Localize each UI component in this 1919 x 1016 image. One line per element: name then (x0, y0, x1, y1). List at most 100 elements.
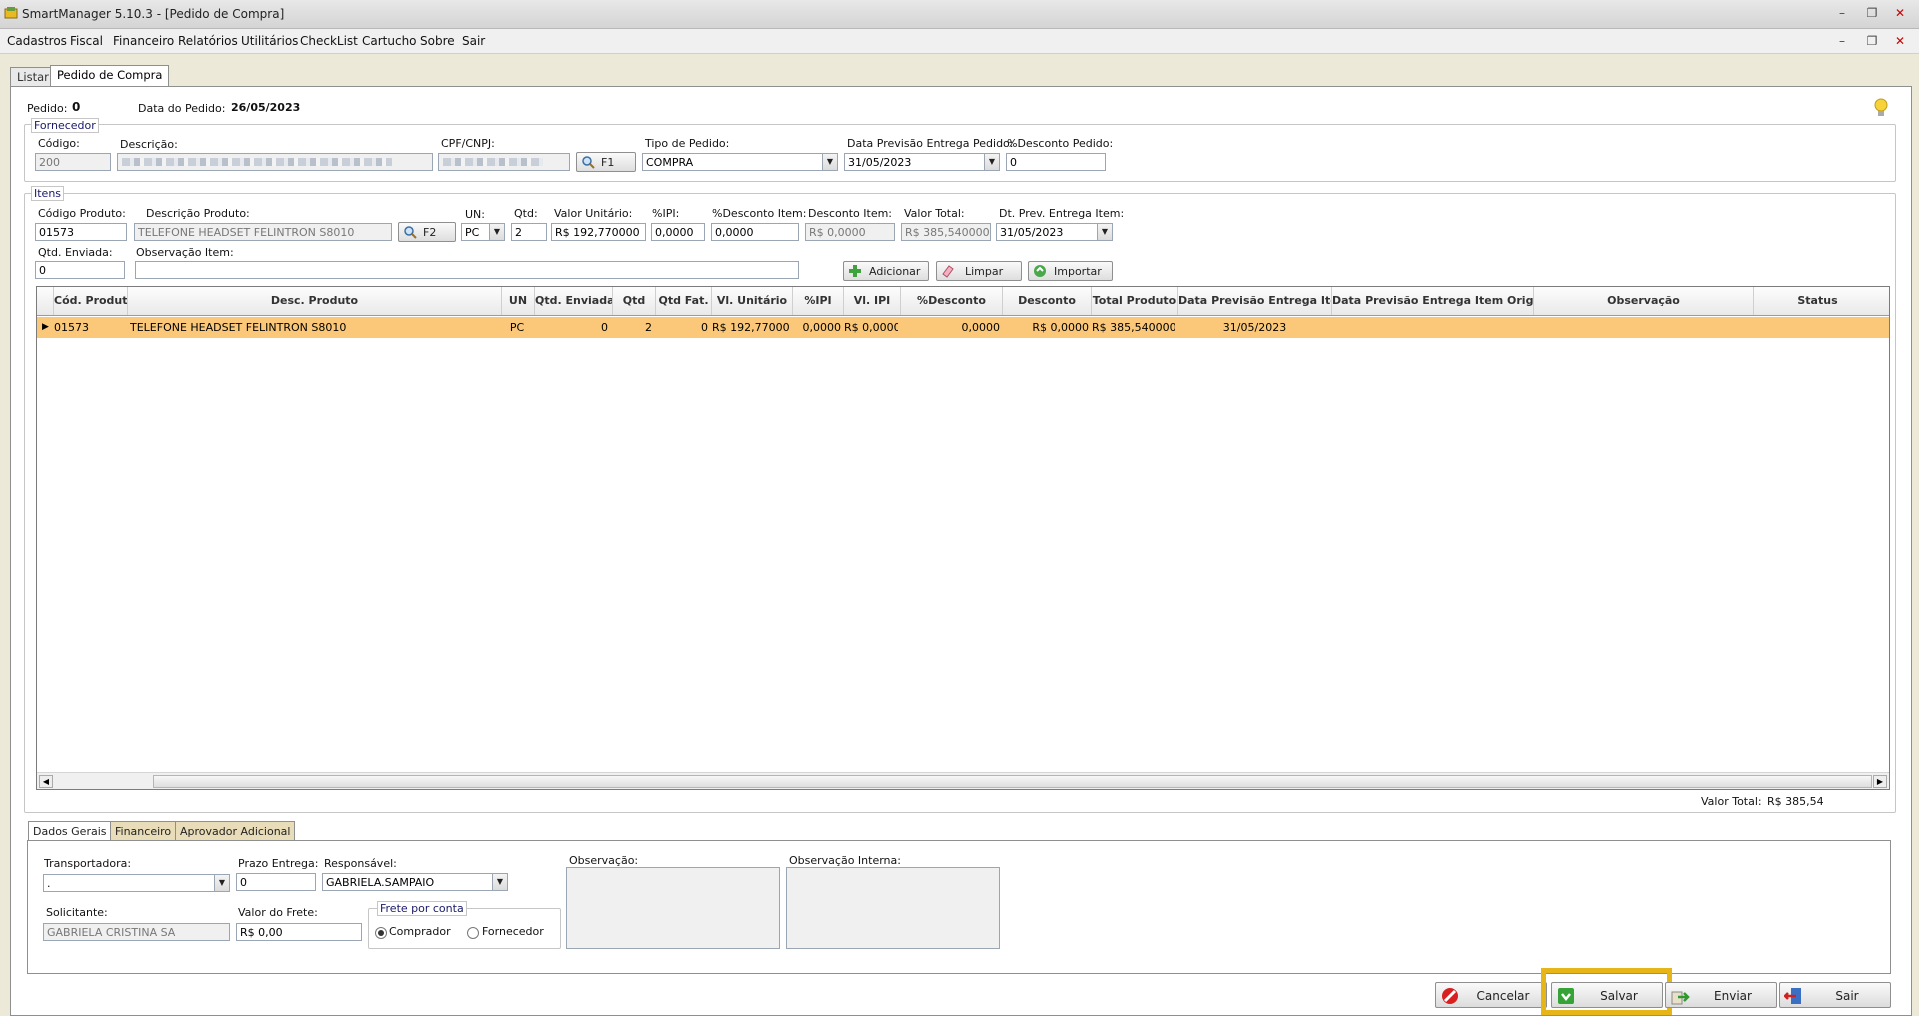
col-qtd-enviada[interactable]: Qtd. Enviada (535, 287, 613, 315)
tab-aprovador-adicional[interactable]: Aprovador Adicional (175, 821, 296, 841)
col-vl-ipi[interactable]: Vl. IPI (844, 287, 901, 315)
valor-unitario-field[interactable]: R$ 192,770000 (551, 223, 646, 241)
col-data-previsao-original[interactable]: Data Previsão Entrega Item Original (1332, 287, 1534, 315)
codigo-produto-field[interactable]: 01573 (35, 223, 127, 241)
col-data-previsao[interactable]: Data Previsão Entrega Item (1178, 287, 1332, 315)
cpf-cnpj-field[interactable] (438, 153, 570, 171)
adicionar-button[interactable]: Adicionar (843, 261, 929, 281)
sair-button[interactable]: Sair (1779, 982, 1891, 1008)
scrollbar-thumb[interactable] (153, 775, 1872, 788)
tab-dados-gerais[interactable]: Dados Gerais (28, 821, 112, 841)
col-cod-produto[interactable]: Cód. Produto (54, 287, 128, 315)
cell-un: PC (509, 321, 525, 334)
enviar-button[interactable]: Enviar (1665, 982, 1777, 1008)
valor-frete-field[interactable]: R$ 0,00 (236, 923, 362, 941)
desconto-item-field[interactable]: R$ 0,0000 (805, 223, 895, 241)
transportadora-select[interactable]: . ▼ (43, 874, 230, 892)
desconto-pedido-field[interactable]: 0 (1006, 153, 1106, 171)
col-un[interactable]: UN (502, 287, 535, 315)
menu-utilitarios[interactable]: Utilitários (241, 34, 298, 48)
table-row[interactable]: ▶ 01573 TELEFONE HEADSET FELINTRON S8010… (37, 317, 1889, 338)
tipo-pedido-value: COMPRA (646, 156, 694, 169)
items-grid: Cód. Produto Desc. Produto UN Qtd. Envia… (36, 286, 1890, 790)
chevron-down-icon[interactable]: ▼ (492, 874, 507, 890)
col-pct-desconto[interactable]: %Desconto (901, 287, 1003, 315)
cell-pct-desconto: 0,0000 (961, 321, 1001, 334)
col-total-produto[interactable]: Total Produto (1092, 287, 1178, 315)
fornecedor-codigo-field[interactable]: 200 (35, 153, 111, 171)
observacao-textarea[interactable] (566, 867, 780, 949)
menu-checklist[interactable]: CheckList (300, 34, 358, 48)
chevron-down-icon[interactable]: ▼ (822, 154, 837, 170)
cancelar-button[interactable]: Cancelar (1435, 982, 1547, 1008)
fornecedor-radio[interactable] (467, 927, 479, 939)
fornecedor-descricao-field[interactable] (117, 153, 433, 171)
desconto-item-pct-field[interactable]: 0,0000 (711, 223, 799, 241)
tab-listar[interactable]: Listar (10, 67, 56, 87)
descricao-produto-field[interactable]: TELEFONE HEADSET FELINTRON S8010 (134, 223, 392, 241)
cancelar-label: Cancelar (1476, 989, 1530, 1003)
previsao-pedido-date[interactable]: 31/05/2023 ▼ (844, 153, 1000, 171)
eraser-icon (942, 265, 954, 278)
col-vl-unitario[interactable]: Vl. Unitário (712, 287, 793, 315)
menu-sobre[interactable]: Sobre (420, 34, 455, 48)
chevron-down-icon[interactable]: ▼ (214, 875, 229, 891)
scroll-left-icon[interactable]: ◀ (39, 775, 53, 788)
prev-entrega-item-date[interactable]: 31/05/2023 ▼ (996, 223, 1113, 241)
col-status[interactable]: Status (1754, 287, 1881, 315)
col-desc-produto[interactable]: Desc. Produto (128, 287, 502, 315)
qtd-field[interactable]: 2 (511, 223, 547, 241)
descricao-produto-label: Descrição Produto: (146, 207, 250, 220)
salvar-button[interactable]: Salvar (1551, 982, 1663, 1008)
tab-financeiro[interactable]: Financeiro (110, 821, 177, 841)
col-qtd[interactable]: Qtd (613, 287, 656, 315)
col-pct-ipi[interactable]: %IPI (793, 287, 844, 315)
observacao-item-field[interactable] (135, 261, 799, 279)
magnifier-icon (404, 226, 417, 239)
importar-button[interactable]: Importar (1028, 261, 1113, 281)
observacao-interna-textarea[interactable] (786, 867, 1000, 949)
menu-cartucho[interactable]: Cartucho (362, 34, 417, 48)
horizontal-scrollbar[interactable]: ◀ ▶ (37, 772, 1889, 789)
menu-cadastros[interactable]: Cadastros (7, 34, 67, 48)
chevron-down-icon[interactable]: ▼ (984, 154, 999, 170)
ipi-field[interactable]: 0,0000 (651, 223, 705, 241)
chevron-down-icon[interactable]: ▼ (1097, 224, 1112, 240)
scroll-right-icon[interactable]: ▶ (1873, 775, 1887, 788)
app-icon (4, 7, 18, 19)
menu-sair[interactable]: Sair (462, 34, 485, 48)
valor-total-label: Valor Total: (1701, 795, 1762, 808)
menu-fiscal[interactable]: Fiscal (70, 34, 103, 48)
child-minimize-icon[interactable]: – (1832, 33, 1852, 49)
menu-relatorios[interactable]: Relatórios (178, 34, 238, 48)
title-bar: SmartManager 5.10.3 - [Pedido de Compra]… (0, 0, 1919, 29)
child-close-icon[interactable]: ✕ (1890, 33, 1910, 49)
col-desconto[interactable]: Desconto (1003, 287, 1092, 315)
col-observacao[interactable]: Observação (1534, 287, 1754, 315)
child-restore-icon[interactable]: ❐ (1862, 33, 1882, 49)
col-qtd-fat[interactable]: Qtd Fat. (656, 287, 712, 315)
responsavel-label: Responsável: (324, 857, 397, 870)
lightbulb-icon[interactable] (1874, 98, 1888, 118)
chevron-down-icon[interactable]: ▼ (489, 224, 504, 240)
f1-search-button[interactable]: F1 (576, 152, 636, 172)
cell-qtd-enviada: 0 (601, 321, 608, 334)
limpar-button[interactable]: Limpar (936, 261, 1022, 281)
minimize-icon[interactable]: – (1832, 5, 1852, 21)
prazo-entrega-label: Prazo Entrega: (238, 857, 319, 870)
restore-icon[interactable]: ❐ (1862, 5, 1882, 21)
qtd-enviada-field[interactable]: 0 (35, 261, 125, 279)
tipo-pedido-select[interactable]: COMPRA ▼ (642, 153, 838, 171)
comprador-radio[interactable] (375, 927, 387, 939)
tab-pedido-compra[interactable]: Pedido de Compra (50, 65, 170, 87)
valor-frete-label: Valor do Frete: (238, 906, 318, 919)
prazo-entrega-field[interactable]: 0 (236, 873, 316, 891)
f2-search-button[interactable]: F2 (398, 222, 456, 242)
solicitante-field[interactable]: GABRIELA CRISTINA SA (43, 923, 230, 941)
menu-financeiro[interactable]: Financeiro (113, 34, 174, 48)
responsavel-select[interactable]: GABRIELA.SAMPAIO ▼ (322, 873, 508, 891)
desconto-pedido-label: %Desconto Pedido: (1007, 137, 1114, 150)
close-icon[interactable]: ✕ (1890, 5, 1910, 21)
un-select[interactable]: PC ▼ (461, 223, 505, 241)
valor-total-item-field[interactable]: R$ 385,540000 (901, 223, 991, 241)
